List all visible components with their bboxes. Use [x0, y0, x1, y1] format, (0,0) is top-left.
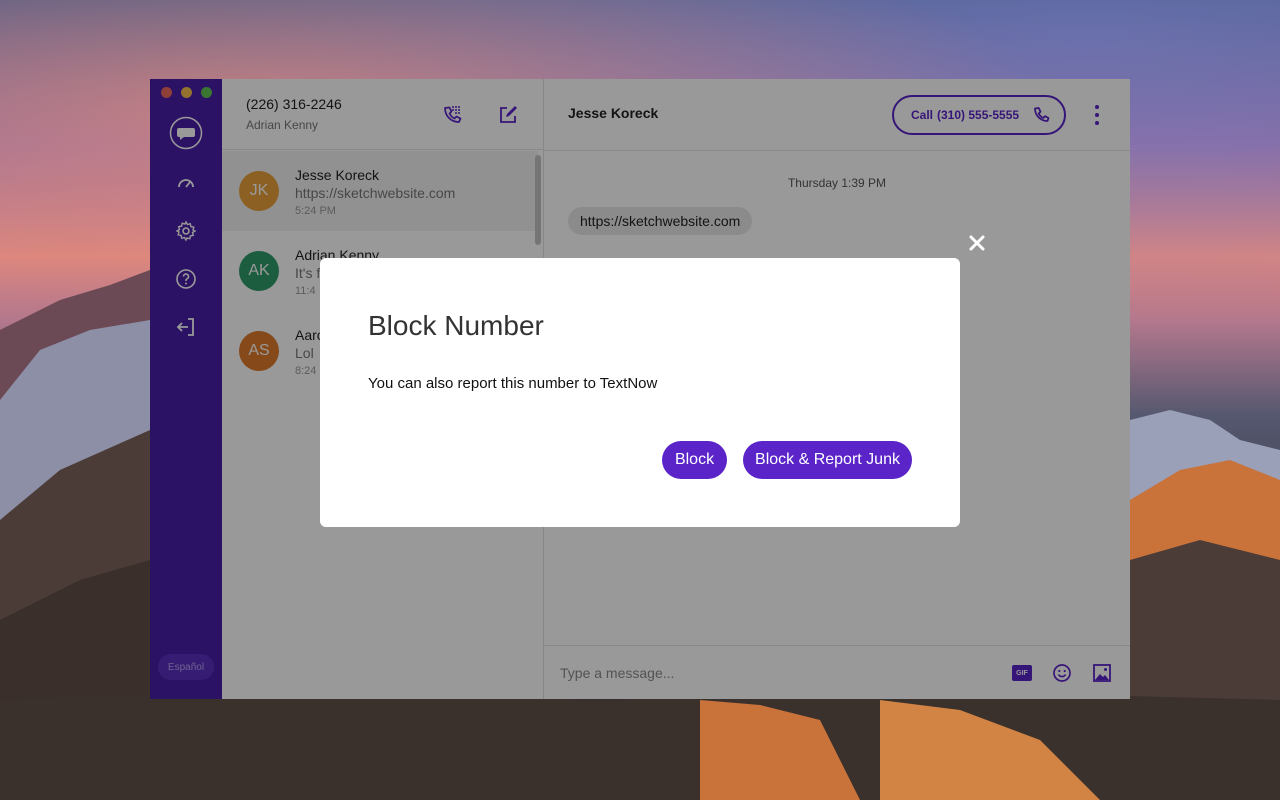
block-and-report-button[interactable]: Block & Report Junk	[743, 441, 912, 479]
block-number-dialog: Block Number You can also report this nu…	[320, 258, 960, 527]
close-icon[interactable]	[966, 232, 988, 254]
dialog-title: Block Number	[368, 310, 544, 341]
block-button[interactable]: Block	[662, 441, 727, 479]
dialog-message: You can also report this number to TextN…	[368, 375, 658, 392]
